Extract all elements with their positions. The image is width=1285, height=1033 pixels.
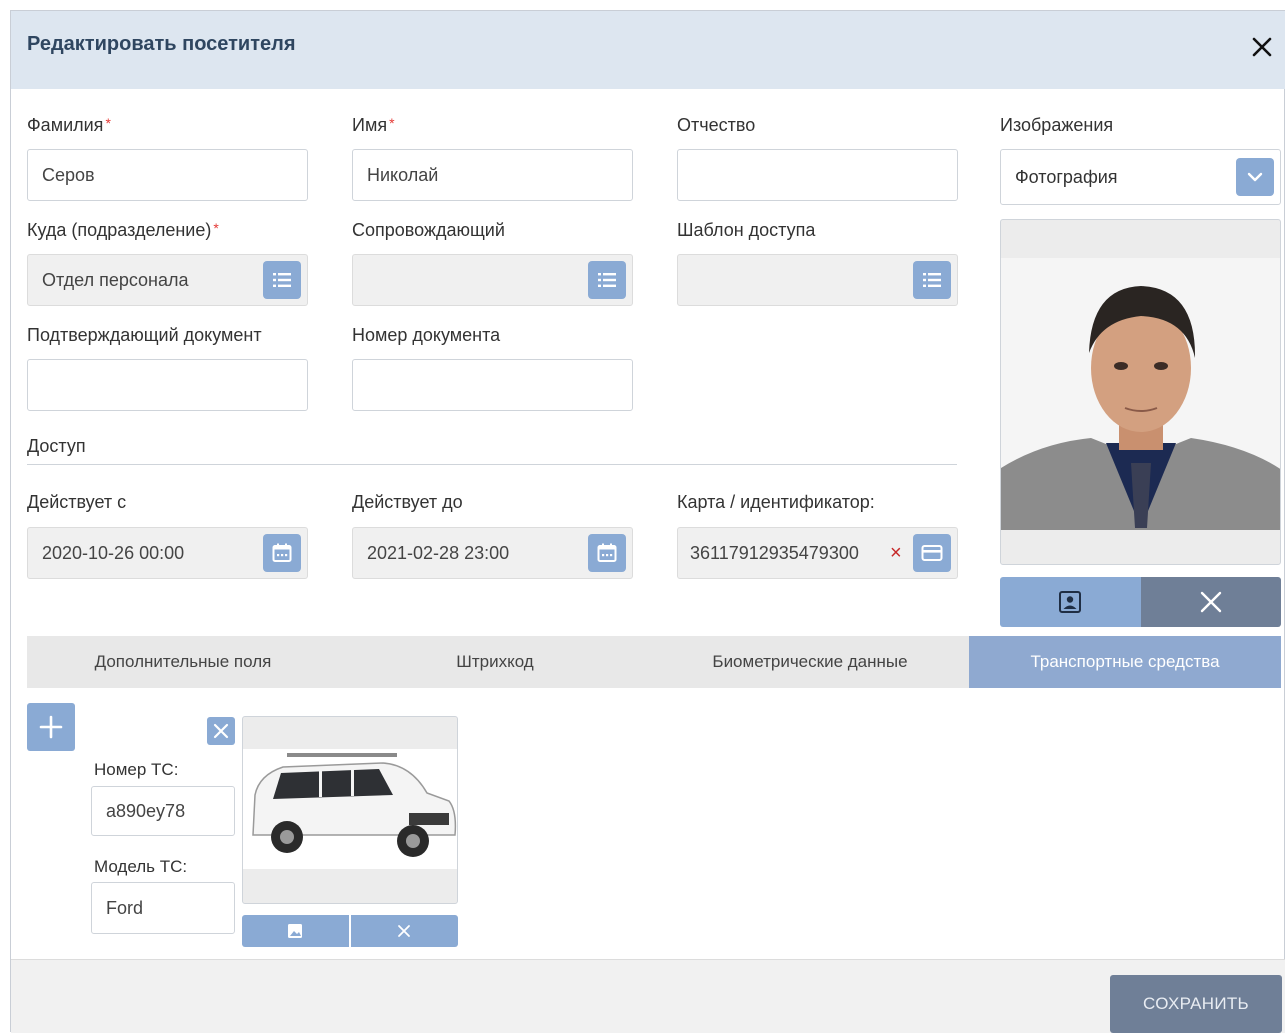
tab-biometrics[interactable]: Биометрические данные xyxy=(651,636,969,688)
chevron-down-icon[interactable] xyxy=(1236,158,1274,196)
calendar-icon[interactable] xyxy=(588,534,626,572)
remove-vehicle-icon[interactable] xyxy=(207,717,235,745)
images-label: Изображения xyxy=(1000,115,1114,135)
card-icon[interactable] xyxy=(913,534,951,572)
vehicle-model-label: Модель ТС: xyxy=(94,857,188,876)
card-value: 36117912935479300 xyxy=(690,543,859,563)
escort-label: Сопровождающий xyxy=(352,220,505,240)
image-icon[interactable] xyxy=(242,915,349,947)
list-icon[interactable] xyxy=(588,261,626,299)
vehicle-photo xyxy=(242,716,458,904)
department-input[interactable]: Отдел персонала xyxy=(27,254,308,306)
last-name-input[interactable]: Серов xyxy=(27,149,308,201)
last-name-label: Фамилия * xyxy=(27,115,111,135)
image-type-value: Фотография xyxy=(1015,167,1118,187)
list-icon[interactable] xyxy=(913,261,951,299)
document-input[interactable] xyxy=(27,359,308,411)
tab-additional-fields[interactable]: Дополнительные поля xyxy=(27,636,339,688)
escort-input[interactable] xyxy=(352,254,633,306)
save-button[interactable]: СОХРАНИТЬ xyxy=(1110,975,1282,1033)
tab-barcode[interactable]: Штрихкод xyxy=(339,636,651,688)
card-input[interactable]: 36117912935479300 × xyxy=(677,527,958,579)
vehicle-number-input[interactable]: a890ey78 xyxy=(91,786,235,836)
tab-bar: Дополнительные поля Штрихкод Биометричес… xyxy=(27,636,1281,688)
plus-icon[interactable] xyxy=(27,703,75,751)
portrait-icon[interactable] xyxy=(1000,577,1141,627)
valid-from-label: Действует с xyxy=(27,492,127,512)
access-template-label: Шаблон доступа xyxy=(677,220,816,240)
image-type-select[interactable]: Фотография xyxy=(1000,149,1281,205)
valid-to-input[interactable]: 2021-02-28 23:00 xyxy=(352,527,633,579)
edit-visitor-dialog: Редактировать посетителя Фамилия * Серов … xyxy=(10,10,1285,1033)
visitor-photo xyxy=(1000,219,1281,565)
department-label: Куда (подразделение) * xyxy=(27,220,219,240)
dialog-title: Редактировать посетителя xyxy=(27,33,296,55)
card-clear-icon[interactable]: × xyxy=(890,528,902,578)
valid-from-input[interactable]: 2020-10-26 00:00 xyxy=(27,527,308,579)
first-name-input[interactable]: Николай xyxy=(352,149,633,201)
valid-to-value: 2021-02-28 23:00 xyxy=(367,543,510,563)
document-number-label: Номер документа xyxy=(352,325,501,345)
vehicle-model-input[interactable]: Ford xyxy=(91,882,235,934)
list-icon[interactable] xyxy=(263,261,301,299)
document-label: Подтверждающий документ xyxy=(27,325,262,345)
card-label: Карта / идентификатор: xyxy=(677,492,875,512)
document-number-input[interactable] xyxy=(352,359,633,411)
dialog-footer: СОХРАНИТЬ xyxy=(11,959,1285,1033)
photo-actions xyxy=(1000,577,1281,627)
access-template-input[interactable] xyxy=(677,254,958,306)
close-icon[interactable] xyxy=(1244,29,1280,65)
vehicle-photo-actions xyxy=(242,915,458,947)
department-value: Отдел персонала xyxy=(42,270,189,290)
access-section-title: Доступ xyxy=(27,436,86,456)
valid-to-label: Действует до xyxy=(352,492,463,512)
calendar-icon[interactable] xyxy=(263,534,301,572)
delete-photo-icon[interactable] xyxy=(1141,577,1281,627)
delete-vehicle-photo-icon[interactable] xyxy=(351,915,458,947)
first-name-label: Имя * xyxy=(352,115,395,135)
patronymic-label: Отчество xyxy=(677,115,756,135)
dialog-header: Редактировать посетителя xyxy=(11,11,1285,89)
valid-from-value: 2020-10-26 00:00 xyxy=(42,543,185,563)
patronymic-input[interactable] xyxy=(677,149,958,201)
section-divider xyxy=(27,464,957,465)
tab-vehicles[interactable]: Транспортные средства xyxy=(969,636,1281,688)
vehicle-number-label: Номер ТС: xyxy=(94,760,179,779)
